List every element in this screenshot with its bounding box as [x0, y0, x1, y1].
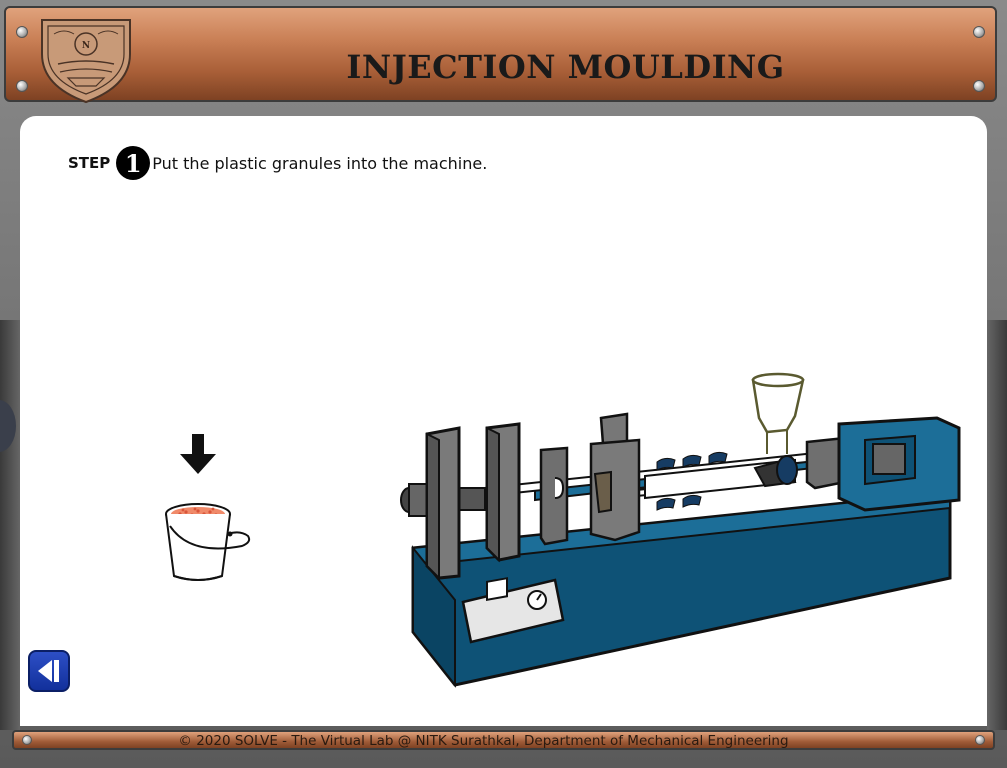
page-title: INJECTION MOULDING: [346, 48, 785, 86]
step-number-badge: 1: [116, 146, 151, 180]
screw-icon: [973, 26, 985, 38]
left-panel-edge: [0, 320, 20, 730]
screw-icon: [16, 26, 28, 38]
back-button-icon: [38, 660, 59, 682]
footer-bar: © 2020 SOLVE - The Virtual Lab @ NITK Su…: [12, 730, 995, 750]
step-instruction: STEP 1 Put the plastic granules into the…: [68, 146, 487, 180]
back-button[interactable]: [28, 650, 70, 692]
step-label: STEP: [68, 154, 111, 172]
step-text: Put the plastic granules into the machin…: [152, 153, 488, 173]
copyright-text: © 2020 SOLVE - The Virtual Lab @ NITK Su…: [178, 733, 789, 749]
arrow-down-icon: [180, 434, 216, 474]
right-panel-edge: [987, 320, 1007, 730]
header-bar: N INJECTION MOULDING: [4, 6, 997, 104]
granule-bucket-icon[interactable]: [160, 496, 256, 586]
injection-moulding-machine-illustration: [400, 372, 961, 688]
